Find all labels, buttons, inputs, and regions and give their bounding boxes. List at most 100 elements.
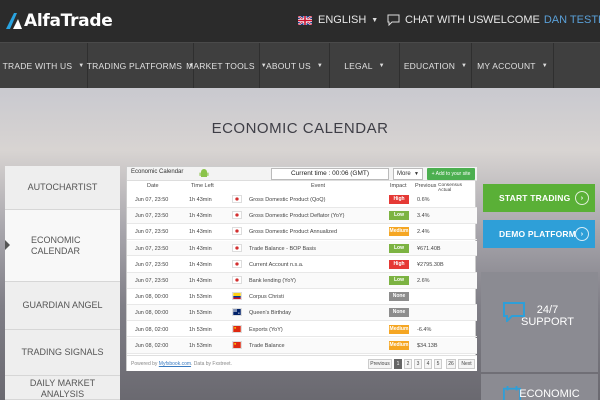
pager-page-4[interactable]: 4 — [424, 359, 432, 369]
nav-about-us[interactable]: ABOUT US ▼ — [260, 43, 330, 89]
row-time-left: 1h 53min — [189, 310, 212, 317]
chevron-down-icon: ▼ — [316, 63, 324, 69]
start-trading-label: START TRADING — [499, 193, 571, 203]
language-selector[interactable]: ENGLISH ▼ — [298, 14, 378, 26]
row-previous: 2.4% — [417, 229, 430, 236]
pager-next[interactable]: Next — [458, 359, 475, 369]
current-time-display: Current time : 00:06 (GMT) — [271, 168, 389, 180]
row-event[interactable]: Queen's Birthday — [249, 310, 291, 316]
row-date: Jun 07, 23:50 — [135, 229, 169, 236]
main-nav: TRADE WITH US ▼ TRADING PLATFORMS ▼ MARKET… — [0, 42, 600, 89]
row-time-left: 1h 43min — [189, 213, 212, 220]
brand-logo[interactable]: AlfaTrade — [6, 11, 113, 31]
user-menu[interactable]: WELCOME DAN TESTER ▼ — [483, 14, 600, 26]
sidebar-item-guardian-angel[interactable]: GUARDIAN ANGEL — [5, 282, 120, 330]
row-event[interactable]: Trade Balance — [249, 343, 285, 349]
row-event[interactable]: Exports (YoY) — [249, 327, 283, 333]
country-flag-icon — [232, 227, 242, 236]
row-time-left: 1h 53min — [189, 294, 212, 301]
pager-page-5[interactable]: 5 — [434, 359, 442, 369]
row-time-left: 1h 43min — [189, 229, 212, 236]
pager-page-1[interactable]: 1 — [394, 359, 402, 369]
impact-badge: High — [389, 259, 409, 269]
pager-previous[interactable]: Previous — [368, 359, 392, 369]
row-event[interactable]: Corpus Christi — [249, 294, 284, 300]
myfxbook-link[interactable]: Myfxbook.com — [159, 361, 191, 367]
nav-label: ABOUT US — [265, 61, 311, 71]
table-row[interactable]: Jun 07, 23:50 1h 43min Bank lending (YoY) L… — [127, 273, 477, 289]
impact-badge: Medium — [389, 340, 409, 350]
nav-education[interactable]: EDUCATION ▼ — [400, 43, 472, 89]
chevron-down-icon: ▼ — [541, 63, 548, 69]
row-date: Jun 07, 23:50 — [135, 261, 169, 268]
sidebar-item-label: GUARDIAN ANGEL — [22, 300, 103, 310]
row-event[interactable]: Gross Domestic Product Annualized — [249, 229, 337, 235]
sidebar-item-economic-calendar[interactable]: ECONOMIC CALENDAR — [5, 210, 120, 282]
economic-tile[interactable]: ECONOMIC — [481, 374, 598, 400]
impact-badge: Low — [389, 211, 409, 221]
nav-trade-with-us[interactable]: TRADE WITH US ▼ — [0, 43, 88, 89]
tools-sidebar: AUTOCHARTIST ECONOMIC CALENDAR GUARDIAN … — [5, 166, 120, 400]
row-event[interactable]: Gross Domestic Product Deflator (YoY) — [249, 213, 344, 219]
table-row[interactable]: Jun 08, 02:00 1h 53min Trade Balance Medium… — [127, 337, 477, 354]
demo-platform-label: DEMO PLATFORM — [499, 229, 577, 239]
add-to-site-button[interactable]: + Add to your site — [427, 168, 475, 180]
table-row[interactable]: Jun 07, 23:50 1h 43min Gross Domestic Prod… — [127, 224, 477, 241]
sidebar-item-label: ECONOMIC CALENDAR — [31, 234, 81, 256]
table-row[interactable]: Jun 07, 23:50 1h 43min Current Account n.s… — [127, 257, 477, 273]
chevron-down-icon: ▼ — [78, 63, 85, 69]
row-event[interactable]: Gross Domestic Product (QoQ) — [249, 197, 325, 203]
nav-market-tools[interactable]: MARKET TOOLS ▼ — [186, 43, 267, 89]
table-row[interactable]: Jun 08, 00:00 1h 53min Corpus Christi None — [127, 289, 477, 305]
nav-my-account[interactable]: MY ACCOUNT ▼ — [472, 43, 554, 89]
row-date: Jun 08, 00:00 — [135, 294, 169, 301]
row-time-left: 1h 43min — [189, 197, 212, 203]
pager-page-2[interactable]: 2 — [404, 359, 412, 369]
nav-label: EDUCATION — [403, 61, 456, 71]
row-date: Jun 07, 23:50 — [135, 278, 169, 284]
nav-trading-platforms[interactable]: TRADING PLATFORMS ▼ — [87, 43, 194, 89]
row-event[interactable]: Bank lending (YoY) — [249, 278, 296, 284]
table-row[interactable]: Jun 07, 23:50 1h 43min Gross Domestic Prod… — [127, 192, 477, 208]
row-time-left: 1h 43min — [189, 245, 212, 252]
support-tile-label: 24/7 SUPPORT — [521, 304, 574, 328]
row-event[interactable]: Current Account n.s.a. — [249, 262, 303, 268]
language-label: ENGLISH — [318, 14, 367, 26]
brand-name: AlfaTrade — [24, 11, 113, 31]
chevron-down-icon: ▼ — [414, 171, 419, 177]
alfatrade-logo-icon — [6, 13, 22, 29]
table-row[interactable]: Jun 08, 00:00 1h 53min Queen's Birthday Non… — [127, 305, 477, 322]
row-date: Jun 07, 23:50 — [135, 245, 169, 252]
row-event[interactable]: Trade Balance - BOP Basis — [249, 246, 316, 252]
sidebar-item-daily-market-analysis[interactable]: DAILY MARKET ANALYSIS — [5, 376, 120, 400]
uk-flag-icon — [298, 15, 312, 25]
table-row[interactable]: Jun 07, 23:50 1h 43min Gross Domestic Prod… — [127, 208, 477, 224]
powered-suffix: . Data by Fxstreet. — [191, 361, 232, 367]
pager-page-3[interactable]: 3 — [414, 359, 422, 369]
more-dropdown[interactable]: More ▼ — [393, 168, 423, 180]
widget-header: Economic Calendar Current time : 00:06 (… — [127, 167, 477, 181]
start-trading-button[interactable]: START TRADING › — [483, 184, 595, 212]
impact-badge: None — [389, 292, 409, 302]
user-name: DAN TESTER — [543, 14, 600, 26]
col-header-event: Event — [311, 183, 326, 189]
support-tile[interactable]: 24/7 SUPPORT — [481, 272, 598, 372]
row-date: Jun 07, 23:50 — [135, 197, 169, 203]
country-flag-icon — [232, 324, 242, 333]
table-row[interactable]: Jun 07, 23:50 1h 43min Trade Balance - BOP… — [127, 240, 477, 257]
sidebar-item-autochartist[interactable]: AUTOCHARTIST — [5, 166, 120, 210]
powered-prefix: Powered by — [131, 361, 158, 367]
country-flag-icon — [232, 340, 242, 349]
pager-page-26[interactable]: 26 — [446, 359, 456, 369]
android-icon[interactable] — [199, 168, 209, 179]
nav-legal[interactable]: LEGAL ▼ — [330, 43, 400, 89]
chat-icon — [387, 14, 400, 26]
table-row[interactable]: Jun 08, 02:00 1h 53min Exports (YoY) Medium… — [127, 322, 477, 338]
chat-link[interactable]: CHAT WITH US — [387, 14, 483, 26]
col-header-date: Date — [147, 183, 159, 189]
sidebar-item-trading-signals[interactable]: TRADING SIGNALS — [5, 330, 120, 376]
economic-calendar-widget: Economic Calendar Current time : 00:06 (… — [126, 166, 477, 371]
demo-platform-button[interactable]: DEMO PLATFORM › — [483, 220, 595, 248]
calendar-rows: Jun 07, 23:50 1h 43min Gross Domestic Prod… — [127, 192, 477, 354]
row-previous: ¥2795.30B — [417, 261, 444, 268]
